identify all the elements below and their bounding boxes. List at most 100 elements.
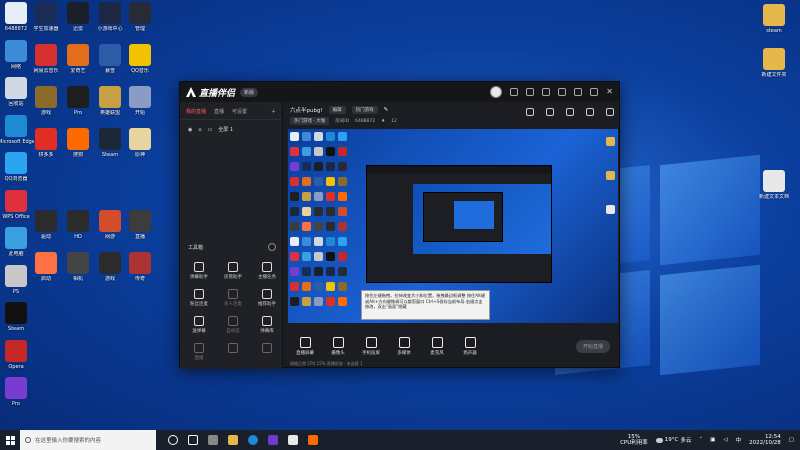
fullscreen-icon[interactable] <box>558 88 567 96</box>
app-icon[interactable] <box>208 435 218 445</box>
desktop-icon[interactable]: 学生加速器 <box>28 2 64 32</box>
cpu-meter[interactable]: 15% CPU利用率 <box>620 434 648 446</box>
clock[interactable]: 12:54 2022/10/28 <box>749 434 781 446</box>
desktop-icon[interactable]: Opera <box>0 339 34 370</box>
tool-label: 粉丝连麦 <box>190 302 208 307</box>
version-badge[interactable]: 新版 <box>240 87 259 97</box>
phone-cast-button[interactable]: 手机投屏 <box>360 337 382 356</box>
share-icon[interactable] <box>606 108 614 116</box>
desktop-icon[interactable]: 启动 <box>28 252 64 282</box>
live-companion-taskbar-icon[interactable] <box>308 435 318 445</box>
tab-settings[interactable]: 可设置 <box>232 108 247 115</box>
app-icon <box>35 210 57 232</box>
tool-item[interactable]: 自动答 <box>218 316 248 334</box>
input-language[interactable]: 中 <box>736 436 742 444</box>
desktop-icon[interactable]: 直播 <box>122 210 158 240</box>
chevron-up-icon[interactable]: ˄ <box>699 437 702 443</box>
preview-icon <box>314 207 323 216</box>
desktop-icon[interactable]: 爱奇艺 <box>60 44 96 74</box>
desktop-icon[interactable]: 相机 <box>60 252 96 282</box>
desktop-icon[interactable]: 原神 <box>122 128 158 158</box>
edge-icon[interactable] <box>248 435 258 445</box>
media-button[interactable]: 多媒体 <box>393 337 415 356</box>
start-live-button[interactable]: 开始直播 <box>575 340 610 353</box>
tool-item[interactable]: 推荐助手 <box>252 289 282 307</box>
desktop-icon[interactable]: 驱动 <box>28 210 64 240</box>
speaker-button[interactable]: 扬声器 <box>459 337 481 356</box>
desktop-icon[interactable]: 拼多多 <box>28 128 64 158</box>
tab-my-live[interactable]: 我的直播 <box>186 108 206 115</box>
pin-icon[interactable] <box>566 108 574 116</box>
desktop-icon[interactable]: 迅雷 <box>60 2 96 32</box>
tool-item[interactable] <box>252 343 282 355</box>
speaker-icon <box>464 337 476 348</box>
app-icon <box>5 2 27 24</box>
tool-item[interactable]: 直播 <box>184 343 214 361</box>
desktop-icon[interactable]: 网易云音乐 <box>28 44 64 74</box>
desktop-icon[interactable]: QQ音乐 <box>122 44 158 74</box>
preview-icon <box>302 132 311 141</box>
menu-icon[interactable] <box>574 88 583 96</box>
bell-icon[interactable] <box>586 108 594 116</box>
tool-item[interactable]: 粉丝连麦 <box>184 289 214 307</box>
tool-item[interactable]: 房管助手 <box>218 262 248 280</box>
live-companion-window[interactable]: 直播伴侣 新版 ✕ 我的直播 直播 可设置 ＋ ◉ ⌂ ▭ 全屏 1 工具箱 弹… <box>179 81 620 369</box>
minimize-icon[interactable] <box>590 88 599 96</box>
tab-live[interactable]: 直播 <box>214 108 224 115</box>
weather-widget[interactable]: 19°C 多云 <box>655 436 691 444</box>
headset-icon[interactable] <box>510 88 519 96</box>
room-id-label: 房间ID <box>335 119 350 124</box>
close-icon[interactable]: ✕ <box>606 88 613 96</box>
more-icon[interactable] <box>268 243 276 251</box>
camera-button[interactable]: 摄像头 <box>327 337 349 356</box>
desktop-icon[interactable]: 管理 <box>122 2 158 32</box>
tool-item[interactable]: 多人连麦 <box>218 289 248 307</box>
tool-item[interactable] <box>218 343 248 355</box>
preview-icon <box>314 252 323 261</box>
network-icon[interactable]: ▣ <box>710 437 715 443</box>
screen-capture-button[interactable]: 直播屏幕 <box>294 337 316 356</box>
grid-icon[interactable] <box>546 108 554 116</box>
desktop-icon[interactable]: 新建文件夹 <box>756 48 792 78</box>
desktop-icon[interactable]: 传奇 <box>122 252 158 282</box>
eye-icon[interactable]: ◉ <box>188 127 192 133</box>
desktop-icon[interactable]: 搜狗 <box>60 128 96 158</box>
desktop-icon[interactable]: 游戏 <box>28 86 64 116</box>
cortana-icon[interactable] <box>168 435 178 445</box>
notification-icon[interactable]: ▢ <box>789 437 794 443</box>
desktop-icon[interactable]: steam <box>756 4 792 34</box>
tool-item[interactable]: 弹幕助手 <box>184 262 214 280</box>
add-scene-icon[interactable]: ＋ <box>271 108 276 115</box>
lock-icon[interactable]: ⌂ <box>198 127 201 133</box>
toolbox-header: 工具箱 <box>188 245 204 251</box>
scene-item[interactable]: ◉ ⌂ ▭ 全屏 1 <box>180 120 282 139</box>
category-chip[interactable]: 热门游戏 <box>351 106 378 114</box>
app-icon[interactable] <box>268 435 278 445</box>
tool-item[interactable]: 送弹幕 <box>184 316 214 334</box>
desktop-icon[interactable]: HD <box>60 210 96 240</box>
tag-chip[interactable]: 热门游戏 · 大咖 <box>290 117 330 125</box>
file-explorer-icon[interactable] <box>228 435 238 445</box>
start-button[interactable] <box>0 430 20 450</box>
message-icon[interactable] <box>542 88 551 96</box>
room-title[interactable]: 六点半pubg! <box>290 106 323 114</box>
pencil-icon[interactable]: ✎ <box>384 107 389 113</box>
mic-button[interactable]: 麦克风 <box>426 337 448 356</box>
desktop-icon[interactable]: Pro <box>60 86 96 116</box>
avatar[interactable] <box>490 86 503 98</box>
title-bar[interactable]: 直播伴侣 新版 ✕ <box>180 82 619 102</box>
taskbar-search[interactable]: 在这里输入你要搜索的内容 <box>20 430 156 450</box>
desktop-icon[interactable]: Steam <box>0 302 34 332</box>
tool-item[interactable]: 弹幕库 <box>252 316 282 334</box>
tool-item[interactable]: 主播任务 <box>252 262 282 280</box>
edit-button[interactable]: 编辑 <box>328 106 346 114</box>
settings-icon[interactable] <box>526 88 535 96</box>
app-icon[interactable] <box>288 435 298 445</box>
desktop-icon[interactable]: Pro <box>0 377 34 407</box>
task-view-icon[interactable] <box>188 435 198 445</box>
volume-icon[interactable]: ◁ <box>723 437 727 443</box>
preview-icon <box>290 282 299 291</box>
desktop-icon[interactable]: 新建文本文档 <box>756 170 792 200</box>
gift-icon[interactable] <box>526 108 534 116</box>
desktop-icon[interactable]: 开始 <box>122 86 158 116</box>
